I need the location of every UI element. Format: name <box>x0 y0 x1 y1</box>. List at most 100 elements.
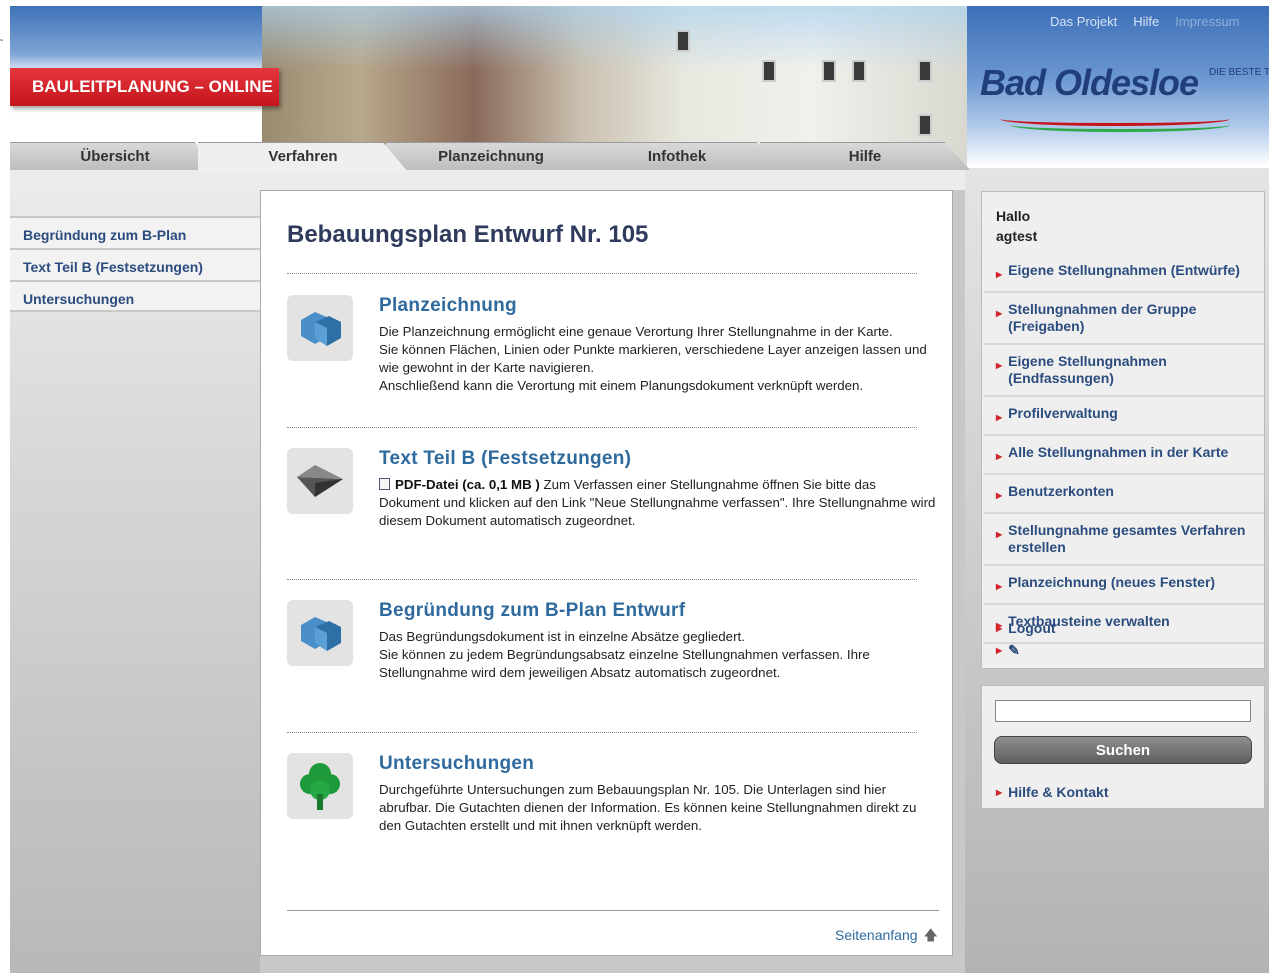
user-box: Hallo agtest ▶ Eigene Stellungnahmen (Ent… <box>981 191 1265 669</box>
top-link-help[interactable]: Hilfe <box>1133 14 1159 29</box>
main-content: Bebauungsplan Entwurf Nr. 105 Planzeichn… <box>260 190 953 956</box>
separator <box>287 732 917 733</box>
logout-link[interactable]: ▶ Logout <box>996 620 1056 636</box>
logo: Bad Oldesloe <box>980 62 1199 103</box>
cube-icon <box>287 600 353 666</box>
page: BAULEITPLANUNG – ONLINE Das Projekt Hilfe… <box>0 0 1269 973</box>
top-link-imprint[interactable]: Impressum <box>1175 14 1239 29</box>
section-title[interactable]: Planzeichnung <box>379 295 939 317</box>
pencil-icon[interactable]: ✎ <box>1008 642 1020 658</box>
bullet-icon: ▶ <box>996 582 1003 591</box>
photo-window <box>918 114 932 136</box>
main-gutter <box>953 190 965 973</box>
cube-icon <box>287 295 353 361</box>
section-text: PDF-Datei (ca. 0,1 MB ) Zum Verfassen ei… <box>379 476 939 530</box>
left-nav-text-teil-b[interactable]: Text Teil B (Festsetzungen) <box>10 248 260 280</box>
bullet-icon: ▶ <box>996 491 1003 500</box>
greeting-hello: Hallo <box>996 208 1031 224</box>
edit-link[interactable]: ▶ ✎ <box>996 642 1056 659</box>
logo-subtitle: DIE BESTE TRAVE STADT <box>1209 68 1269 77</box>
left-nav-begruendung[interactable]: Begründung zum B-Plan <box>10 216 260 248</box>
brand-banner: BAULEITPLANUNG – ONLINE <box>10 68 279 106</box>
to-top-label[interactable]: Seitenanfang <box>835 927 918 943</box>
photo-window <box>822 60 836 82</box>
bullet-icon: ▶ <box>996 361 1003 370</box>
sidebar-item-benutzerkonten[interactable]: ▶ Benutzerkonten <box>984 475 1264 514</box>
sidebar-item-label[interactable]: Eigene Stellungnahmen (Endfassungen) <box>1008 353 1260 387</box>
section-title[interactable]: Begründung zum B-Plan Entwurf <box>379 600 939 622</box>
sidebar-item-endfassungen[interactable]: ▶ Eigene Stellungnahmen (Endfassungen) <box>984 345 1264 397</box>
paper-plane-icon <box>287 448 353 514</box>
logo-swoosh-green <box>1010 118 1230 132</box>
section-line: Anschließend kann die Verortung mit eine… <box>379 378 864 393</box>
tab-strip <box>10 168 965 192</box>
top-links: Das Projekt Hilfe Impressum <box>1050 14 1256 29</box>
bullet-icon: ▶ <box>996 452 1003 461</box>
corner-mark: ˜ <box>0 38 3 48</box>
section-text: Die Planzeichnung ermöglicht eine genaue… <box>379 323 939 395</box>
greeting-username: agtest <box>996 228 1038 244</box>
tree-icon <box>287 753 353 819</box>
section-line: Das Begründungsdokument ist in einzelne … <box>379 629 745 644</box>
left-nav: Begründung zum B-Plan Text Teil B (Fests… <box>10 216 260 312</box>
bullet-icon: ▶ <box>996 530 1003 539</box>
tab-planzeichnung[interactable]: Planzeichnung <box>386 142 596 170</box>
tab-hilfe[interactable]: Hilfe <box>760 142 970 170</box>
bullet-icon: ▶ <box>996 788 1003 797</box>
left-nav-untersuchungen[interactable]: Untersuchungen <box>10 280 260 312</box>
sidebar-item-profilverwaltung[interactable]: ▶ Profilverwaltung <box>984 397 1264 436</box>
main-tabs: Übersicht Verfahren Planzeichnung Infoth… <box>10 142 970 172</box>
bottom-divider <box>287 910 939 911</box>
photo-window <box>918 60 932 82</box>
sidebar-extra: ▶ Logout ▶ ✎ <box>996 620 1056 665</box>
help-contact-label[interactable]: Hilfe & Kontakt <box>1008 784 1108 800</box>
sidebar-item-eigene-entwuerfe[interactable]: ▶ Eigene Stellungnahmen (Entwürfe) <box>984 254 1264 293</box>
bullet-icon: ▶ <box>996 646 1003 655</box>
bullet-icon: ▶ <box>996 309 1003 318</box>
sidebar-item-gruppe-freigaben[interactable]: ▶ Stellungnahmen der Gruppe (Freigaben) <box>984 293 1264 345</box>
arrow-up-icon[interactable]: 🡅 <box>924 927 938 943</box>
bullet-icon: ▶ <box>996 270 1003 279</box>
photo-window <box>762 60 776 82</box>
photo-window <box>676 30 690 52</box>
sidebar-item-planzeichnung-fenster[interactable]: ▶ Planzeichnung (neues Fenster) <box>984 566 1264 605</box>
to-top-link[interactable]: Seitenanfang 🡅 <box>835 925 938 949</box>
separator <box>287 273 917 274</box>
tab-uebersicht[interactable]: Übersicht <box>10 142 220 170</box>
help-contact-link[interactable]: ▶ Hilfe & Kontakt <box>996 784 1109 800</box>
section-title[interactable]: Text Teil B (Festsetzungen) <box>379 448 939 470</box>
section-line: Sie können zu jedem Begründungsabsatz ei… <box>379 647 870 680</box>
separator <box>287 427 917 428</box>
bullet-icon: ▶ <box>996 413 1003 422</box>
top-link-project[interactable]: Das Projekt <box>1050 14 1117 29</box>
separator <box>287 579 917 580</box>
tab-verfahren[interactable]: Verfahren <box>198 142 408 172</box>
sidebar-item-label[interactable]: Stellungnahme gesamtes Verfahren erstell… <box>1008 522 1260 556</box>
pdf-icon <box>379 478 390 490</box>
main-bottom <box>260 956 953 973</box>
sidebar-nav: ▶ Eigene Stellungnahmen (Entwürfe) ▶ Stell… <box>984 254 1264 644</box>
page-title: Bebauungsplan Entwurf Nr. 105 <box>287 221 649 248</box>
sidebar-item-label[interactable]: Stellungnahmen der Gruppe (Freigaben) <box>1008 301 1260 335</box>
sidebar-item-alle-karte[interactable]: ▶ Alle Stellungnahmen in der Karte <box>984 436 1264 475</box>
sidebar-item-gesamtes-verfahren[interactable]: ▶ Stellungnahme gesamtes Verfahren erstel… <box>984 514 1264 566</box>
section-line: Durchgeführte Untersuchungen zum Bebauun… <box>379 782 917 833</box>
photo-window <box>852 60 866 82</box>
section-text: Durchgeführte Untersuchungen zum Bebauun… <box>379 781 939 835</box>
search-button[interactable]: Suchen <box>994 736 1252 764</box>
tab-infothek[interactable]: Infothek <box>572 142 782 170</box>
search-input[interactable] <box>995 700 1251 722</box>
sidebar-item-label[interactable]: Profilverwaltung <box>1008 405 1118 426</box>
section-text: Das Begründungsdokument ist in einzelne … <box>379 628 939 682</box>
search-box: Suchen ▶ Hilfe & Kontakt <box>981 685 1265 809</box>
section-line: Sie können Flächen, Linien oder Punkte m… <box>379 342 927 375</box>
section-line: Die Planzeichnung ermöglicht eine genaue… <box>379 324 893 339</box>
logout-label[interactable]: Logout <box>1008 620 1055 636</box>
sidebar-item-label[interactable]: Alle Stellungnahmen in der Karte <box>1008 444 1228 465</box>
pdf-link[interactable]: PDF-Datei (ca. 0,1 MB ) <box>395 477 540 492</box>
sidebar-item-label[interactable]: Benutzerkonten <box>1008 483 1114 504</box>
section-title[interactable]: Untersuchungen <box>379 753 939 775</box>
greeting: Hallo agtest <box>996 206 1037 246</box>
sidebar-item-label[interactable]: Planzeichnung (neues Fenster) <box>1008 574 1215 595</box>
sidebar-item-label[interactable]: Eigene Stellungnahmen (Entwürfe) <box>1008 262 1240 283</box>
